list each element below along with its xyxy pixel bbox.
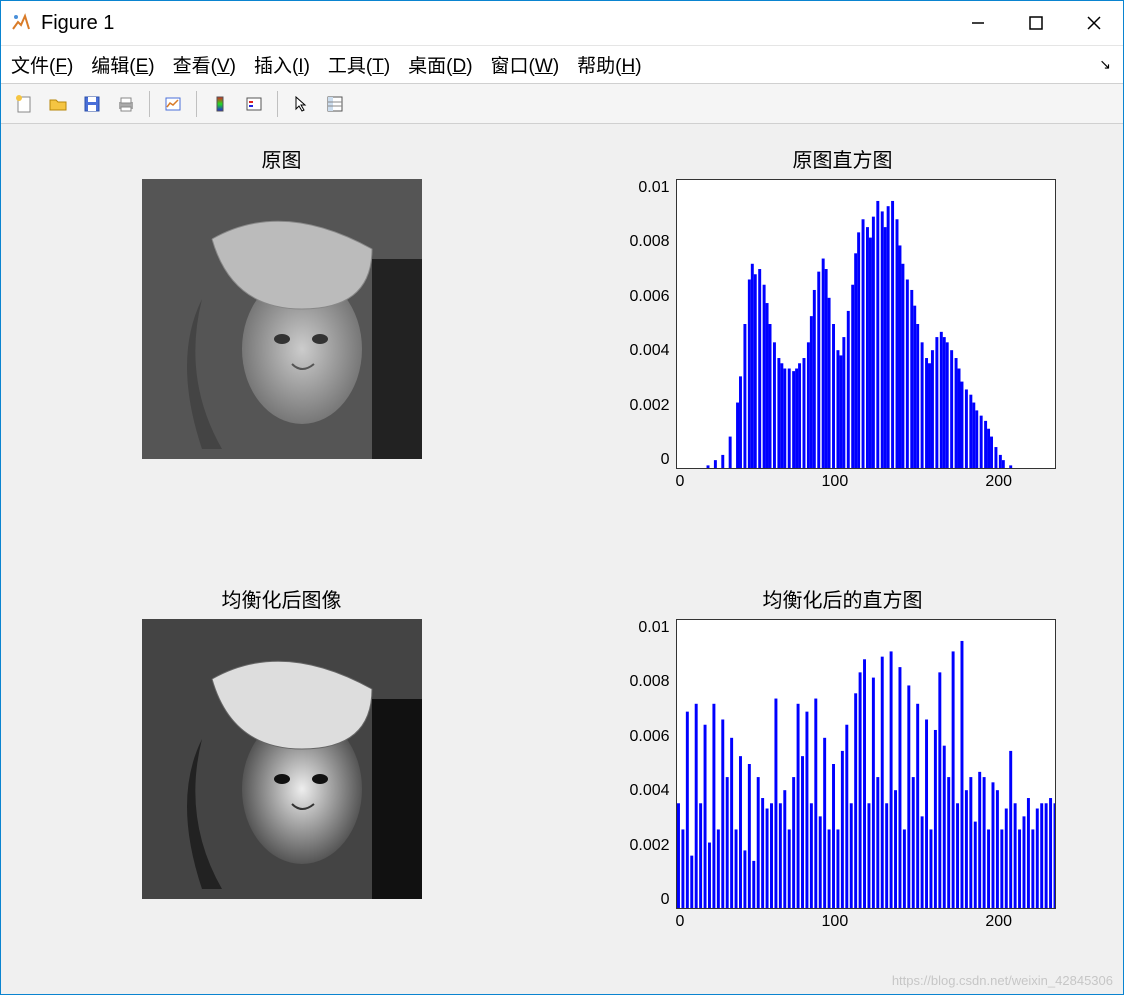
edit-plot-button[interactable] [158,89,188,119]
legend-button[interactable] [239,89,269,119]
colorbar-button[interactable] [205,89,235,119]
menu-view[interactable]: 查看(V) [173,51,236,78]
x-axis-ticks: 0100200 [676,909,1056,931]
toolbar [1,84,1123,124]
toolbar-separator [196,91,197,117]
menubar: 文件(F) 编辑(E) 查看(V) 插入(I) 工具(T) 桌面(D) 窗口(W… [1,46,1123,84]
subplot-equalized-image: 均衡化后图像 [31,584,532,974]
subplot-original-image: 原图 [31,144,532,534]
histogram-chart-2 [676,619,1056,909]
menu-file[interactable]: 文件(F) [11,51,73,78]
open-button[interactable] [43,89,73,119]
lena-original-image [142,179,422,459]
pointer-button[interactable] [286,89,316,119]
property-inspector-button[interactable] [320,89,350,119]
subplot-title: 原图 [262,144,302,173]
menu-help[interactable]: 帮助(H) [577,51,641,78]
subplot-original-histogram: 原图直方图 0.010.0080.0060.0040.0020 0100200 [592,144,1093,534]
menu-window[interactable]: 窗口(W) [491,51,560,78]
window-title: Figure 1 [41,12,949,35]
subplot-title: 原图直方图 [793,144,893,173]
toolbar-separator [277,91,278,117]
watermark-text: https://blog.csdn.net/weixin_42845306 [892,973,1113,988]
save-button[interactable] [77,89,107,119]
new-figure-button[interactable] [9,89,39,119]
toolbar-separator [149,91,150,117]
menu-edit[interactable]: 编辑(E) [91,51,154,78]
y-axis-ticks: 0.010.0080.0060.0040.0020 [629,179,675,469]
menu-desktop[interactable]: 桌面(D) [408,51,472,78]
figure-canvas: 原图 [1,124,1123,994]
matlab-icon [9,11,33,35]
subplot-title: 均衡化后的直方图 [763,584,923,613]
titlebar: Figure 1 [1,1,1123,46]
subplot-title: 均衡化后图像 [222,584,342,613]
y-axis-ticks: 0.010.0080.0060.0040.0020 [629,619,675,909]
x-axis-ticks: 0100200 [676,469,1056,491]
figure-window: Figure 1 文件(F) 编辑(E) 查看(V) 插入(I) 工具(T) 桌… [0,0,1124,995]
window-controls [949,1,1123,45]
close-button[interactable] [1065,1,1123,45]
subplot-equalized-histogram: 均衡化后的直方图 0.010.0080.0060.0040.0020 01002… [592,584,1093,974]
dock-arrow-icon[interactable]: ↘ [1099,56,1111,73]
menu-tools[interactable]: 工具(T) [328,51,390,78]
minimize-button[interactable] [949,1,1007,45]
maximize-button[interactable] [1007,1,1065,45]
histogram-chart-1 [676,179,1056,469]
menu-insert[interactable]: 插入(I) [254,51,310,78]
print-button[interactable] [111,89,141,119]
lena-equalized-image [142,619,422,899]
